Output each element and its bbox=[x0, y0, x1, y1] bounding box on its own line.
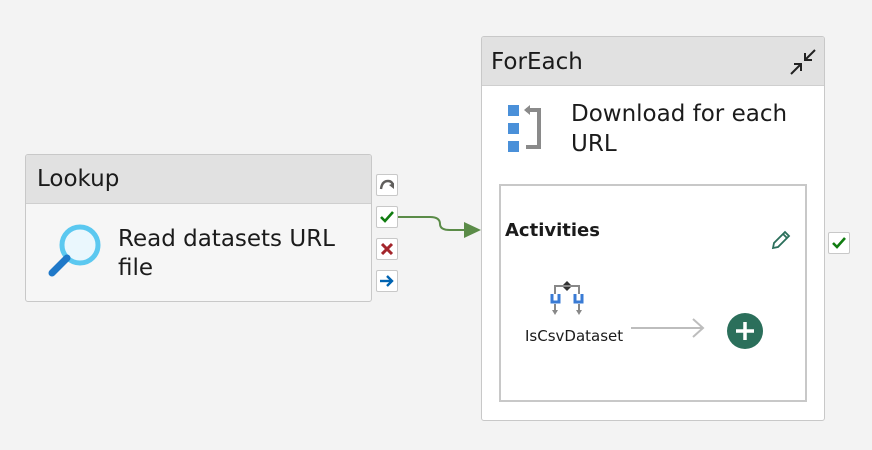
activities-panel[interactable]: Activities IsCsvDataset bbox=[499, 184, 807, 402]
foreach-type-label: ForEach bbox=[491, 49, 583, 75]
foreach-header: ForEach bbox=[482, 37, 824, 86]
success-port[interactable] bbox=[376, 206, 398, 228]
foreach-name-line1: Download for each bbox=[571, 101, 788, 127]
skip-icon bbox=[379, 179, 395, 190]
foreach-icon bbox=[506, 103, 546, 159]
failure-x-icon bbox=[380, 242, 394, 256]
lookup-name-line1: Read datasets URL bbox=[118, 226, 335, 252]
lookup-activity[interactable]: Lookup Read datasets URL file bbox=[25, 154, 372, 302]
skip-port[interactable] bbox=[376, 174, 398, 196]
lookup-type-label: Lookup bbox=[26, 155, 371, 204]
failure-port[interactable] bbox=[376, 238, 398, 260]
completion-arrow-icon bbox=[380, 275, 394, 287]
pipeline-canvas[interactable]: Lookup Read datasets URL file ForEach Do… bbox=[0, 0, 872, 450]
add-connector-arrow bbox=[631, 318, 705, 338]
lookup-activity-name: Read datasets URL file bbox=[118, 225, 348, 283]
lookup-name-line2: file bbox=[118, 255, 154, 281]
foreach-activity-name: Download for each URL bbox=[571, 99, 811, 159]
success-check-icon bbox=[380, 211, 394, 223]
foreach-name-line2: URL bbox=[571, 131, 617, 157]
completion-port[interactable] bbox=[376, 270, 398, 292]
if-condition-icon[interactable] bbox=[549, 280, 585, 320]
search-icon bbox=[46, 223, 104, 283]
collapse-icon[interactable] bbox=[788, 45, 818, 95]
success-check-icon bbox=[832, 237, 846, 249]
pencil-icon[interactable] bbox=[769, 228, 793, 256]
inner-activity-name: IsCsvDataset bbox=[525, 327, 624, 345]
foreach-activity[interactable]: ForEach Download for each URL Activities… bbox=[481, 36, 825, 421]
plus-icon[interactable] bbox=[726, 312, 764, 354]
foreach-success-port[interactable] bbox=[828, 232, 850, 254]
activities-title: Activities bbox=[505, 220, 600, 241]
